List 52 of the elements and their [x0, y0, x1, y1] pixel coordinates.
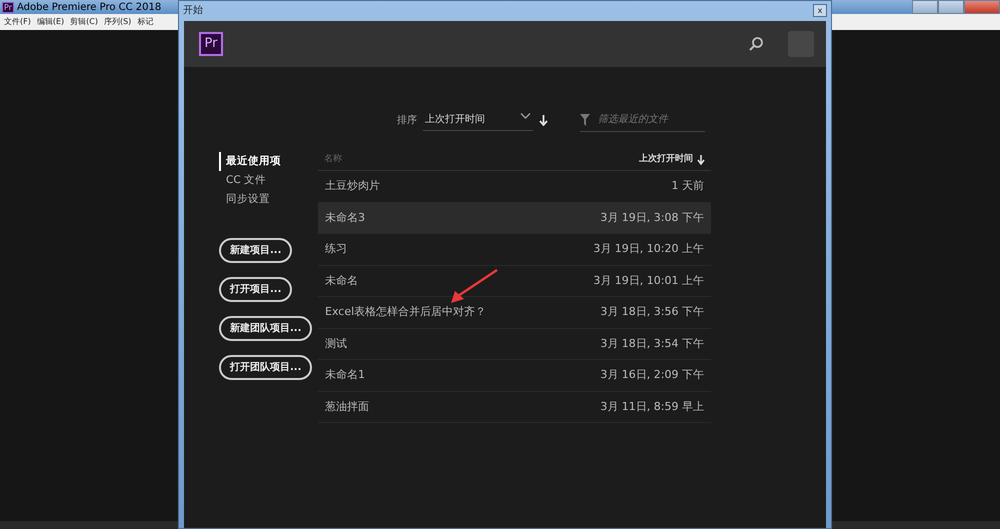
menu-item[interactable]: 编辑(E)	[36, 16, 64, 28]
filter-field[interactable]: 筛选最近的文件	[596, 111, 704, 128]
project-row[interactable]: 练习 3月 19日, 10:20 上午	[318, 234, 711, 266]
project-name: 未命名1	[325, 367, 365, 383]
last-opened-time: 3月 19日, 10:01 上午	[593, 272, 704, 288]
filter-icon	[580, 114, 590, 126]
project-button[interactable]: 打开团队项目...	[219, 355, 312, 380]
project-name: 土豆炒肉片	[325, 178, 380, 194]
search-icon[interactable]	[748, 36, 764, 52]
project-name: 葱油拌面	[325, 398, 369, 414]
annotation-arrow	[449, 269, 499, 305]
menu-item[interactable]: 标记	[137, 16, 154, 28]
project-row[interactable]: 未命名 3月 19日, 10:01 上午	[318, 266, 711, 297]
sidebar-item[interactable]: 同步设置	[219, 190, 319, 209]
chevron-icon	[520, 112, 531, 120]
last-opened-time: 3月 18日, 3:54 下午	[600, 336, 704, 352]
sort-direction-icon[interactable]	[539, 114, 548, 126]
project-row[interactable]: 未命名1 3月 16日, 2:09 下午	[318, 360, 711, 392]
window-title: Adobe Premiere Pro CC 2018	[16, 0, 162, 14]
sort-dropdown[interactable]: 上次打开时间	[423, 109, 533, 131]
project-button[interactable]: 打开项目...	[219, 277, 292, 302]
last-opened-time: 3月 11日, 8:59 早上	[600, 398, 704, 414]
menu-item[interactable]: 序列(S)	[104, 16, 132, 28]
dialog-title: 开始	[183, 4, 203, 18]
sort-arrow-icon	[697, 154, 705, 164]
project-name: 未命名	[325, 272, 358, 288]
menu-item[interactable]: 文件(F)	[4, 16, 31, 28]
last-opened-time: 3月 19日, 3:08 下午	[600, 210, 704, 226]
sidebar-item[interactable]: CC 文件	[219, 171, 319, 190]
project-name: 练习	[325, 241, 347, 257]
close-button[interactable]	[964, 0, 1000, 14]
menu-item[interactable]: 剪辑(C)	[70, 16, 98, 28]
project-name: 测试	[325, 336, 347, 352]
sort-column-header[interactable]: 上次打开时间	[639, 152, 705, 166]
project-name: 未命名3	[325, 210, 365, 226]
project-button[interactable]: 新建团队项目...	[219, 316, 312, 341]
minimize-button[interactable]	[912, 0, 938, 14]
sort-label: 排序	[397, 114, 417, 128]
maximize-button[interactable]	[938, 0, 964, 14]
sidebar-item[interactable]: 最近使用项	[219, 152, 319, 171]
last-opened-time: 3月 18日, 3:56 下午	[600, 304, 704, 320]
project-name: Excel表格怎样合并后居中对齐？	[325, 304, 486, 320]
last-opened-time: 3月 19日, 10:20 上午	[593, 241, 704, 257]
project-row[interactable]: 未命名3 3月 19日, 3:08 下午	[318, 202, 711, 234]
last-opened-time: 3月 16日, 2:09 下午	[600, 367, 704, 383]
app-logo: Pr	[199, 32, 223, 56]
project-button[interactable]: 新建项目...	[219, 238, 292, 263]
app-logo: Pr	[2, 2, 14, 12]
project-row[interactable]: 葱油拌面 3月 11日, 8:59 早上	[318, 392, 711, 423]
last-opened-time: 1 天前	[672, 178, 704, 194]
close-button[interactable]: x	[813, 4, 827, 17]
project-row[interactable]: 测试 3月 18日, 3:54 下午	[318, 328, 711, 360]
